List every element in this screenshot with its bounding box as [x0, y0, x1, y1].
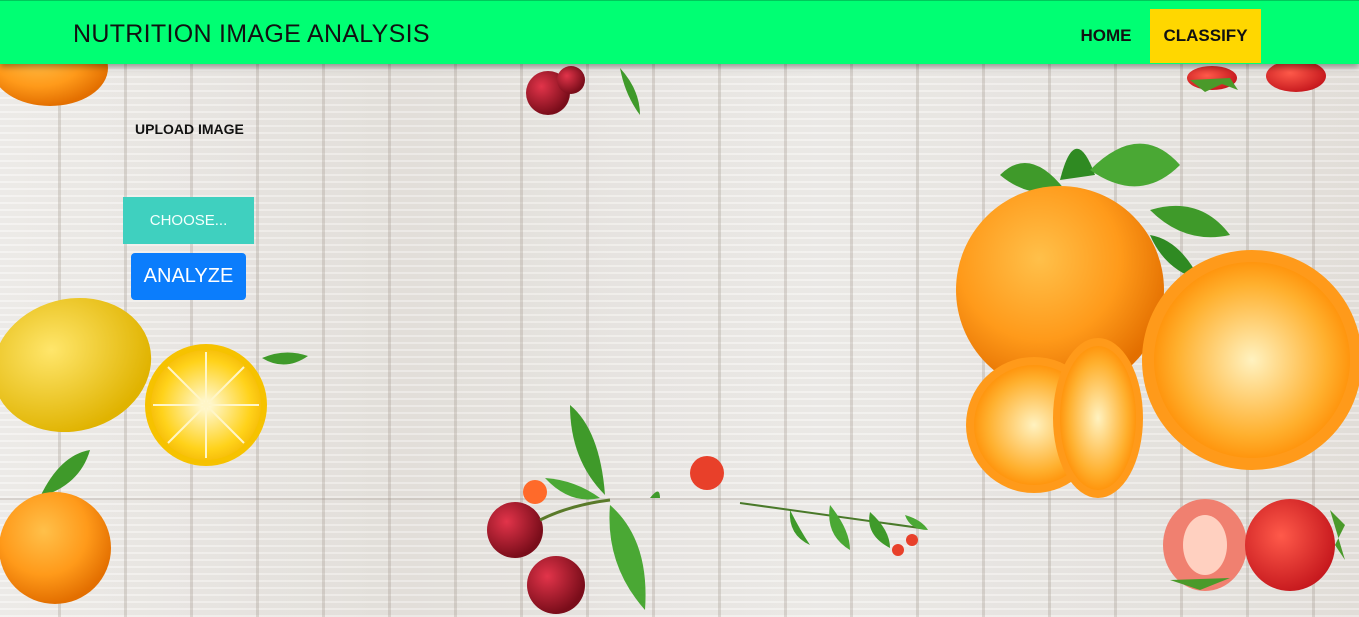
- nav-home-link[interactable]: HOME: [1066, 9, 1146, 63]
- top-navbar: NUTRITION IMAGE ANALYSIS HOME CLASSIFY: [0, 0, 1359, 64]
- cherry-icon: [526, 66, 640, 115]
- app-title: NUTRITION IMAGE ANALYSIS: [73, 20, 430, 48]
- fruit-decorations: [0, 30, 1359, 614]
- analyze-button[interactable]: ANALYZE: [131, 253, 246, 300]
- strawberry-icon: [1163, 499, 1345, 591]
- strawberry-icon: [1187, 60, 1326, 92]
- upload-image-label: UPLOAD IMAGE: [135, 121, 244, 137]
- orange-icon: [956, 143, 1359, 498]
- leaf-icon: [739, 502, 928, 556]
- cherry-icon: [487, 405, 724, 614]
- orange-icon: [0, 492, 111, 604]
- lemon-icon: [0, 297, 308, 497]
- nav-classify-link[interactable]: CLASSIFY: [1150, 9, 1261, 63]
- choose-file-button[interactable]: CHOOSE...: [123, 197, 254, 244]
